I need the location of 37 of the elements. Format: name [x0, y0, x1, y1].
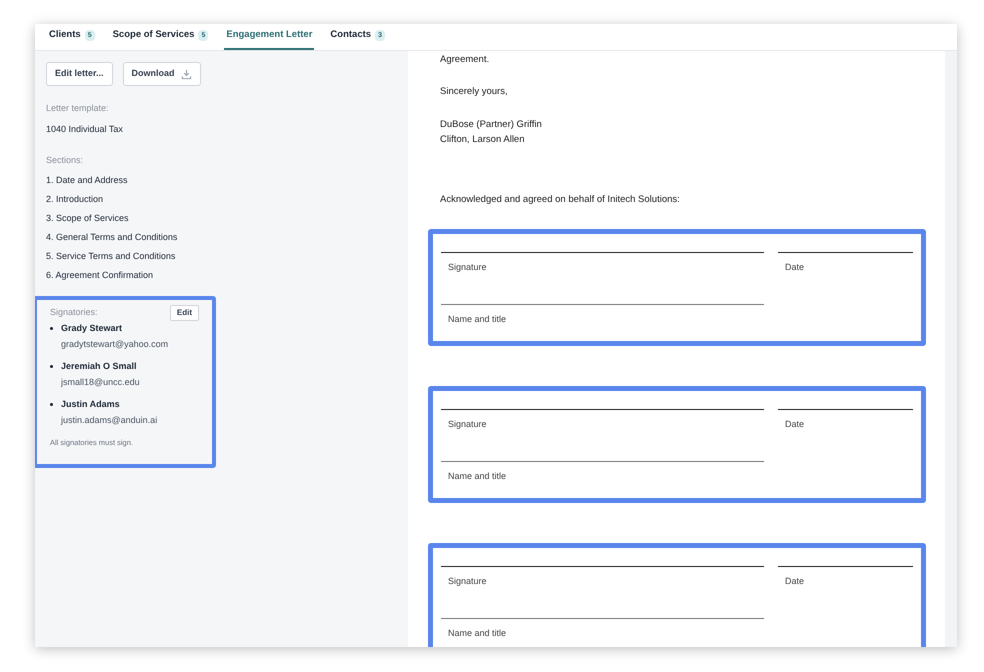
signer-line: DuBose (Partner) Griffin — [440, 118, 543, 132]
field-label: Signatories: — [50, 306, 98, 319]
section-item: 1. Date and Address — [46, 174, 129, 186]
bullet-icon — [50, 326, 53, 330]
field-label: Letter template: — [46, 102, 110, 115]
date-line: Date — [778, 252, 913, 274]
signatory-name: Jeremiah O Small — [61, 360, 138, 372]
download-icon — [180, 68, 192, 80]
download-button[interactable]: Download — [122, 62, 201, 86]
template-name: 1040 Individual Tax — [46, 122, 124, 136]
name-line: Name and title — [441, 304, 764, 327]
signatory-email: justin.adams@anduin.ai — [61, 414, 158, 426]
signature-line: Signature — [441, 408, 764, 432]
letter-text: Agreement. — [440, 53, 490, 67]
section-item: 2. Introduction — [46, 192, 104, 206]
signatory-name: Justin Adams — [61, 398, 121, 410]
acknowledgement-text: Acknowledged and agreed on behalf of Initech Solutions: — [440, 192, 681, 206]
name-line: Name and title — [441, 461, 764, 484]
signatory-email: gradytstewart@yahoo.com — [61, 338, 168, 350]
date-line: Date — [778, 566, 913, 588]
edit-letter-button[interactable]: Edit letter... — [46, 62, 113, 86]
field-label: Sections: — [46, 154, 84, 167]
section-item: 5. Service Terms and Conditions — [46, 250, 176, 262]
signature-line: Signature — [441, 252, 764, 274]
name-line: Name and title — [441, 618, 764, 641]
signatory-email: jsmall18@uncc.edu — [61, 376, 140, 388]
bullet-icon — [50, 364, 53, 368]
signature-line: Signature — [441, 566, 764, 588]
section-item: 4. General Terms and Conditions — [46, 230, 178, 244]
letter-text: Sincerely yours, — [440, 85, 509, 100]
section-item: 3. Scope of Services — [46, 212, 130, 224]
date-line: Date — [778, 408, 913, 432]
signatory-name: Grady Stewart — [61, 322, 124, 334]
bullet-icon — [50, 402, 53, 406]
edit-button[interactable]: Edit — [170, 304, 199, 320]
section-item: 6. Agreement Confirmation — [46, 268, 154, 282]
signer-line: Clifton, Larson Allen — [440, 132, 526, 146]
